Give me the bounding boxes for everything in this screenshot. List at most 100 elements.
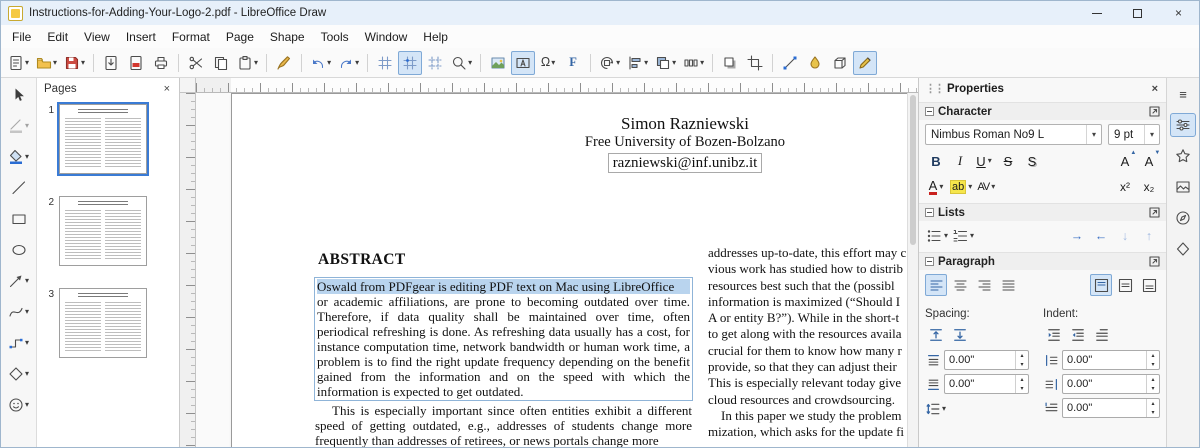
- clone-formatting-button[interactable]: [272, 51, 296, 75]
- align-top-button[interactable]: [1090, 274, 1112, 296]
- align-right-button[interactable]: [973, 274, 995, 296]
- helplines-button[interactable]: [423, 51, 447, 75]
- vertical-ruler[interactable]: [180, 93, 196, 447]
- after-text-indent-field[interactable]: 0.00" ▴ ▾: [1062, 374, 1160, 394]
- pages-panel-close-button[interactable]: ×: [162, 83, 172, 95]
- rectangle-button[interactable]: [4, 207, 34, 230]
- lines-arrows-button[interactable]: ▾: [4, 269, 34, 292]
- transformations-button[interactable]: ▾: [596, 51, 623, 75]
- align-left-button[interactable]: [925, 274, 947, 296]
- gluepoints-button[interactable]: [803, 51, 827, 75]
- document-header-block[interactable]: Simon Razniewski Free University of Boze…: [382, 114, 907, 173]
- increase-indent-button[interactable]: [1043, 324, 1065, 346]
- spinner[interactable]: ▴ ▾: [1146, 399, 1159, 417]
- promote-button[interactable]: ←: [1090, 225, 1112, 247]
- menu-view[interactable]: View: [76, 27, 118, 47]
- character-dialog-launcher[interactable]: [1149, 106, 1160, 117]
- increase-spacing-button[interactable]: [925, 324, 947, 346]
- minimize-button[interactable]: [1076, 1, 1117, 25]
- properties-close-button[interactable]: ×: [1150, 83, 1160, 95]
- arrange-button[interactable]: ▾: [652, 51, 679, 75]
- maximize-button[interactable]: [1117, 1, 1158, 25]
- highlighting-color-button[interactable]: ab ▾: [949, 176, 973, 198]
- spinner[interactable]: ▴ ▾: [1146, 375, 1159, 393]
- extrusion-button[interactable]: [828, 51, 852, 75]
- align-center-button[interactable]: [949, 274, 971, 296]
- menu-file[interactable]: File: [4, 27, 39, 47]
- decrease-spacing-button[interactable]: [949, 324, 971, 346]
- save-button[interactable]: ▾: [61, 51, 88, 75]
- bold-button[interactable]: B: [925, 150, 947, 172]
- open-button[interactable]: ▾: [33, 51, 60, 75]
- ordered-list-button[interactable]: ▾: [951, 225, 975, 247]
- move-down-button[interactable]: ↓: [1114, 225, 1136, 247]
- print-button[interactable]: [149, 51, 173, 75]
- demote-button[interactable]: →: [1066, 225, 1088, 247]
- line-spacing-button[interactable]: ▾: [925, 398, 947, 420]
- horizontal-ruler[interactable]: [196, 78, 918, 93]
- align-bottom-button[interactable]: [1138, 274, 1160, 296]
- menu-help[interactable]: Help: [415, 27, 456, 47]
- paragraph-dialog-launcher[interactable]: [1149, 256, 1160, 267]
- unordered-list-button[interactable]: ▾: [925, 225, 949, 247]
- select-tool-button[interactable]: [4, 83, 34, 106]
- menu-insert[interactable]: Insert: [118, 27, 164, 47]
- insert-line-button[interactable]: [4, 176, 34, 199]
- font-size-combobox[interactable]: 9 pt ▾: [1108, 124, 1160, 145]
- menu-page[interactable]: Page: [218, 27, 262, 47]
- hanging-indent-button[interactable]: [1091, 324, 1113, 346]
- chevron-down-icon[interactable]: ▾: [1086, 125, 1101, 144]
- subscript-button[interactable]: x₂: [1138, 176, 1160, 198]
- menu-window[interactable]: Window: [357, 27, 416, 47]
- below-paragraph-spacing-field[interactable]: 0.00" ▴ ▾: [944, 374, 1029, 394]
- page-thumbnail-3[interactable]: [59, 288, 147, 358]
- underline-button[interactable]: U ▾: [973, 150, 995, 172]
- special-character-button[interactable]: Ω ▾: [536, 51, 560, 75]
- fontwork-button[interactable]: F: [561, 51, 585, 75]
- basic-shapes-button[interactable]: ▾: [4, 362, 34, 385]
- italic-button[interactable]: I: [949, 150, 971, 172]
- cut-button[interactable]: [184, 51, 208, 75]
- navigator-tab[interactable]: [1170, 206, 1196, 230]
- align-middle-button[interactable]: [1114, 274, 1136, 296]
- lists-section-header[interactable]: Lists: [919, 203, 1166, 221]
- document-page[interactable]: Simon Razniewski Free University of Boze…: [231, 93, 907, 447]
- font-name-combobox[interactable]: Nimbus Roman No9 L ▾: [925, 124, 1102, 145]
- menu-format[interactable]: Format: [164, 27, 218, 47]
- selected-text-line[interactable]: Oswald from PDFgear is editing PDF text …: [317, 279, 690, 294]
- character-spacing-button[interactable]: AV ▾: [975, 176, 997, 198]
- crop-button[interactable]: [743, 51, 767, 75]
- copy-button[interactable]: [209, 51, 233, 75]
- selected-text-frame[interactable]: Oswald from PDFgear is editing PDF text …: [314, 277, 693, 401]
- line-color-button[interactable]: ▾: [4, 114, 34, 137]
- decrease-indent-button[interactable]: [1067, 324, 1089, 346]
- snap-to-grid-button[interactable]: [398, 50, 423, 75]
- undo-button[interactable]: ▾: [307, 51, 334, 75]
- curves-polygons-button[interactable]: ▾: [4, 300, 34, 323]
- shapes-tab[interactable]: [1170, 237, 1196, 261]
- move-up-button[interactable]: ↑: [1138, 225, 1160, 247]
- above-paragraph-spacing-field[interactable]: 0.00" ▴ ▾: [944, 350, 1029, 370]
- shadow-text-button[interactable]: S: [1021, 150, 1043, 172]
- insert-textbox-button[interactable]: [511, 50, 536, 75]
- new-document-button[interactable]: ▾: [5, 51, 32, 75]
- distribute-button[interactable]: ▾: [680, 51, 707, 75]
- spinner[interactable]: ▴ ▾: [1146, 351, 1159, 369]
- spinner[interactable]: ▴ ▾: [1015, 375, 1028, 393]
- scrollbar-thumb[interactable]: [910, 95, 916, 245]
- close-button[interactable]: ×: [1158, 1, 1199, 25]
- insert-image-button[interactable]: [486, 51, 510, 75]
- vertical-scrollbar[interactable]: [907, 93, 918, 447]
- connectors-button[interactable]: ▾: [4, 331, 34, 354]
- sidebar-menu-button[interactable]: ≡: [1170, 82, 1196, 106]
- symbol-shapes-button[interactable]: ▾: [4, 393, 34, 416]
- strikethrough-button[interactable]: S: [997, 150, 1019, 172]
- display-grid-button[interactable]: [373, 51, 397, 75]
- edit-points-button[interactable]: [778, 51, 802, 75]
- before-text-indent-field[interactable]: 0.00" ▴ ▾: [1062, 350, 1160, 370]
- superscript-button[interactable]: x²: [1114, 176, 1136, 198]
- export-button[interactable]: [99, 51, 123, 75]
- paragraph-section-header[interactable]: Paragraph: [919, 252, 1166, 270]
- shrink-font-button[interactable]: A ▼: [1138, 150, 1161, 172]
- lists-dialog-launcher[interactable]: [1149, 207, 1160, 218]
